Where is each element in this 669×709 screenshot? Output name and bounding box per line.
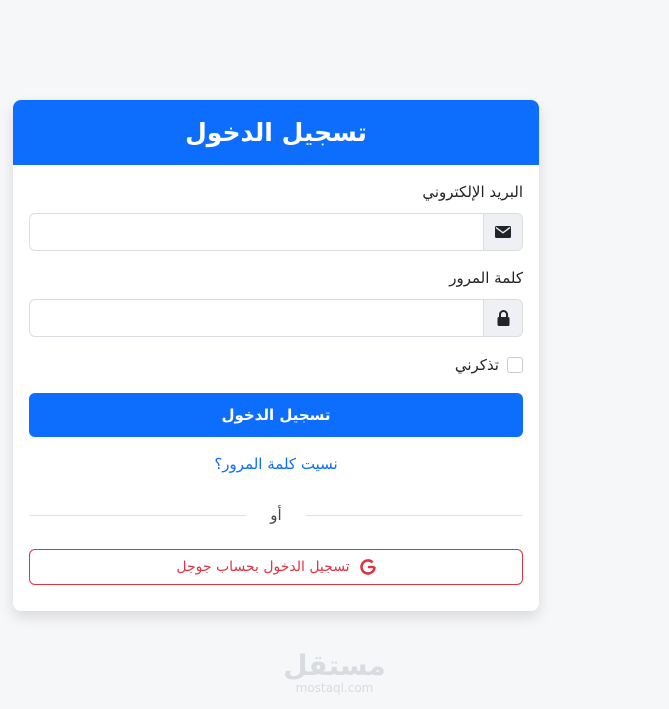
card-title: تسجيل الدخول: [13, 100, 539, 165]
password-input[interactable]: [30, 300, 483, 336]
email-label: البريد الإلكتروني: [422, 183, 523, 201]
password-input-group: [29, 299, 523, 337]
watermark-english: mostaql.com: [295, 681, 374, 695]
forgot-password-link[interactable]: نسيت كلمة المرور؟: [13, 455, 539, 473]
remember-label: تذكرني: [454, 356, 499, 374]
login-card: تسجيل الدخول البريد الإلكتروني كلمة المر…: [13, 100, 539, 611]
or-divider: أو: [29, 503, 523, 527]
password-label: كلمة المرور: [449, 269, 523, 287]
email-input-group: [29, 213, 523, 251]
email-input[interactable]: [30, 214, 483, 250]
divider-line: [29, 514, 246, 516]
divider-line: [306, 514, 523, 516]
lock-icon: [483, 300, 522, 336]
google-login-label: تسجيل الدخول بحساب جوجل: [176, 559, 350, 575]
login-button[interactable]: تسجيل الدخول: [29, 393, 523, 437]
mostaql-watermark: مستقل mostaql.com: [0, 649, 669, 695]
google-icon: [359, 559, 376, 575]
google-login-button[interactable]: تسجيل الدخول بحساب جوجل: [29, 549, 523, 585]
divider-text: أو: [270, 506, 282, 524]
remember-checkbox[interactable]: [507, 357, 523, 373]
remember-me: تذكرني: [455, 356, 523, 374]
watermark-arabic: مستقل: [283, 649, 386, 682]
envelope-icon: [483, 214, 522, 250]
